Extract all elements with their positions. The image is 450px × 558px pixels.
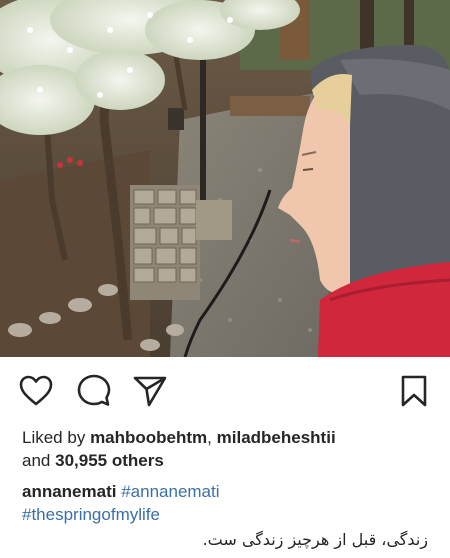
hashtag-link[interactable]: #annanemati: [121, 482, 219, 501]
action-bar: [0, 357, 450, 423]
likes-separator: ,: [207, 428, 212, 447]
caption: annanemati #annanemati #thespringofmylif…: [22, 480, 442, 526]
paper-plane-icon[interactable]: [132, 373, 168, 409]
caption-username[interactable]: annanemati: [22, 482, 116, 501]
and-label: and: [22, 451, 51, 470]
liker-username-2[interactable]: miladbeheshtii: [217, 428, 336, 447]
bookmark-icon[interactable]: [396, 373, 432, 409]
liker-username-1[interactable]: mahboobehtm: [90, 428, 207, 447]
liked-by-label: Liked by: [22, 428, 86, 447]
hashtag-link[interactable]: #thespringofmylife: [22, 505, 160, 524]
post-photo: [0, 0, 450, 357]
likes-count[interactable]: 30,955 others: [55, 451, 164, 470]
heart-icon[interactable]: [18, 373, 54, 409]
speech-bubble-icon[interactable]: [76, 373, 112, 409]
caption-text: زندگی، قبل از هرچیز زندگی ست.: [202, 530, 428, 549]
post-image[interactable]: [0, 0, 450, 357]
likes-summary: Liked by mahboobehtm, miladbeheshtii and…: [22, 426, 442, 472]
